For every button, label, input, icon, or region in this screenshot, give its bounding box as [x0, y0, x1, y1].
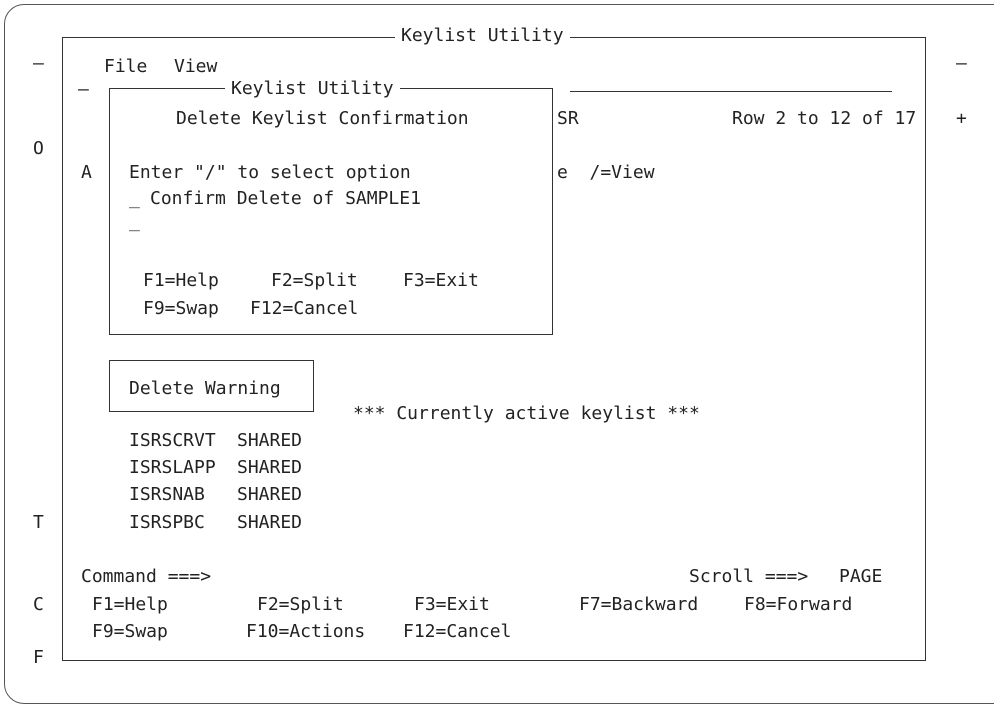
f2-split-key[interactable]: F2=Split: [257, 596, 344, 614]
popup-f9-swap[interactable]: F9=Swap: [143, 300, 219, 318]
keylist-type: SHARED: [237, 512, 303, 533]
command-input[interactable]: [222, 568, 662, 588]
left-marker-o: O: [33, 138, 44, 159]
popup-heading: Delete Keylist Confirmation: [176, 108, 469, 129]
keylist-type: SHARED: [237, 457, 303, 478]
command-label: Command ===>: [81, 566, 212, 587]
popup-instruction: Enter "/" to select option: [129, 162, 411, 183]
scroll-label: Scroll ===>: [689, 566, 809, 587]
left-marker-f: F: [33, 647, 44, 668]
left-marker-dash: —: [33, 53, 44, 74]
list-action-hint: e /=View: [557, 162, 655, 183]
list-column-marker: A: [81, 162, 92, 183]
keylist-type: SHARED: [237, 430, 303, 451]
popup-f1-help[interactable]: F1=Help: [143, 272, 219, 290]
f12-cancel-key[interactable]: F12=Cancel: [403, 623, 511, 641]
left-marker-c: C: [33, 594, 44, 615]
f3-exit-key[interactable]: F3=Exit: [414, 596, 490, 614]
keylist-name[interactable]: ISRSLAPP: [129, 459, 216, 477]
popup-f3-exit[interactable]: F3=Exit: [403, 272, 479, 290]
left-marker-t: T: [33, 512, 44, 533]
confirm-delete-label: Confirm Delete of SAMPLE1: [150, 188, 421, 209]
f9-swap-key[interactable]: F9=Swap: [92, 623, 168, 641]
scroll-amount-input[interactable]: PAGE: [839, 568, 882, 586]
menu-view[interactable]: View: [174, 58, 217, 76]
main-window-title: Keylist Utility: [395, 27, 570, 45]
keylist-name[interactable]: ISRSPBC: [129, 514, 205, 532]
row-info: Row 2 to 12 of 17: [732, 108, 917, 129]
popup-f2-split[interactable]: F2=Split: [271, 272, 358, 290]
f1-help-key[interactable]: F1=Help: [92, 596, 168, 614]
keylist-name[interactable]: ISRSCRVT: [129, 432, 216, 450]
menu-file[interactable]: File: [104, 58, 147, 76]
keylist-type: SHARED: [237, 484, 303, 505]
right-marker-plus: +: [956, 108, 967, 129]
active-keylist-message: *** Currently active keylist ***: [353, 403, 700, 424]
f8-forward-key[interactable]: F8=Forward: [744, 596, 852, 614]
menu-separator-line: [570, 91, 892, 92]
f10-actions-key[interactable]: F10=Actions: [246, 623, 365, 641]
f7-backward-key[interactable]: F7=Backward: [579, 596, 698, 614]
popup-title: Keylist Utility: [225, 80, 400, 98]
popup-field-cursor[interactable]: _: [129, 213, 140, 231]
delete-warning-label: Delete Warning: [129, 378, 281, 399]
popup-f12-cancel[interactable]: F12=Cancel: [250, 300, 358, 318]
keylist-name[interactable]: ISRSNAB: [129, 486, 205, 504]
right-marker-dash: —: [956, 53, 967, 74]
confirm-delete-checkbox[interactable]: _: [129, 190, 140, 208]
list-header-fragment: SR: [557, 108, 579, 129]
menu-separator-dash: —: [78, 79, 89, 100]
